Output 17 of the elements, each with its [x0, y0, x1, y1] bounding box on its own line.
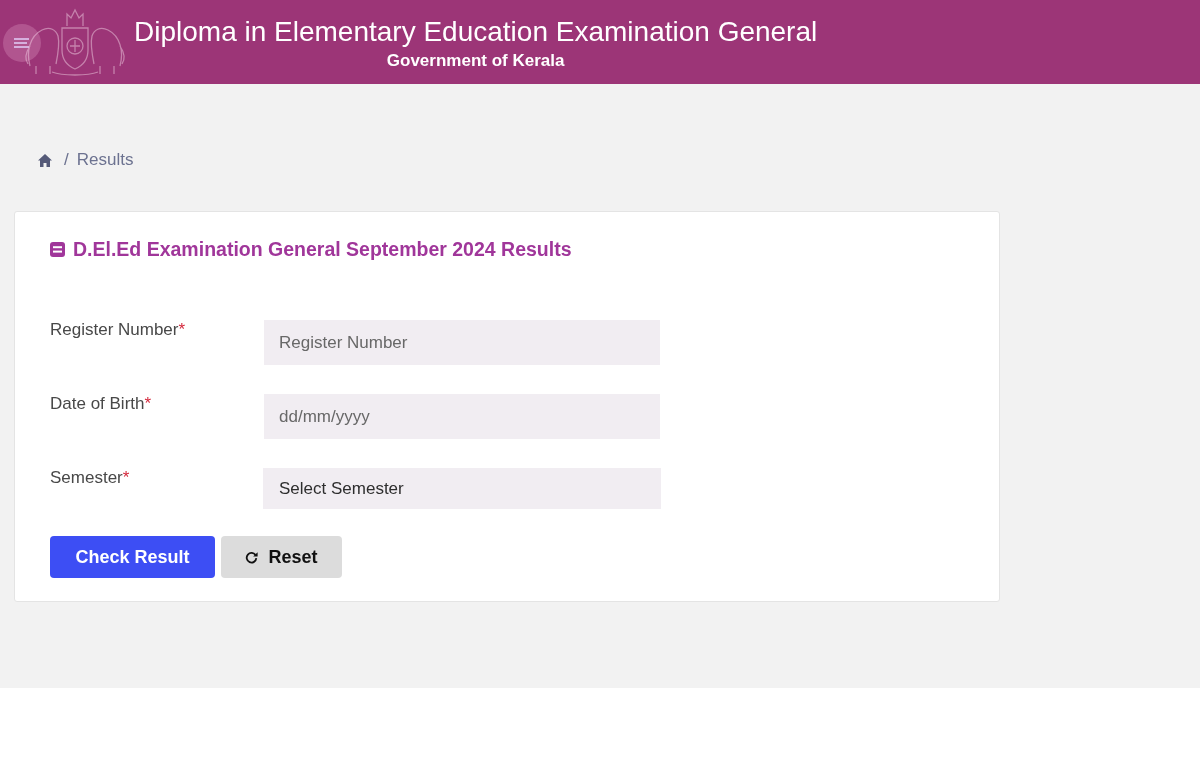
form-title: D.El.Ed Examination General September 2024 Results [73, 237, 572, 261]
breadcrumb-separator: / [64, 150, 69, 170]
breadcrumb-item: Results [76, 150, 134, 170]
square-bars-icon [50, 241, 65, 257]
field-label: Register Number* [50, 320, 187, 340]
home-icon[interactable] [38, 153, 52, 167]
check-result-button[interactable]: Check Result [50, 536, 215, 578]
date-input-field[interactable]: dd/mm/yyyy [264, 394, 660, 439]
dropdown-field[interactable]: Select Semester [263, 468, 661, 509]
menu-icon[interactable] [3, 24, 41, 62]
field-label: Date of Birth* [50, 394, 153, 414]
site-title: Diploma in Elementary Education Examination General [134, 14, 818, 48]
field-label: Semester* [50, 468, 131, 488]
refresh-icon [245, 550, 259, 564]
text-input-field[interactable]: Register Number [264, 320, 660, 365]
site-subtitle: Government of Kerala [386, 49, 565, 72]
reset-button[interactable]: Reset [221, 536, 342, 578]
